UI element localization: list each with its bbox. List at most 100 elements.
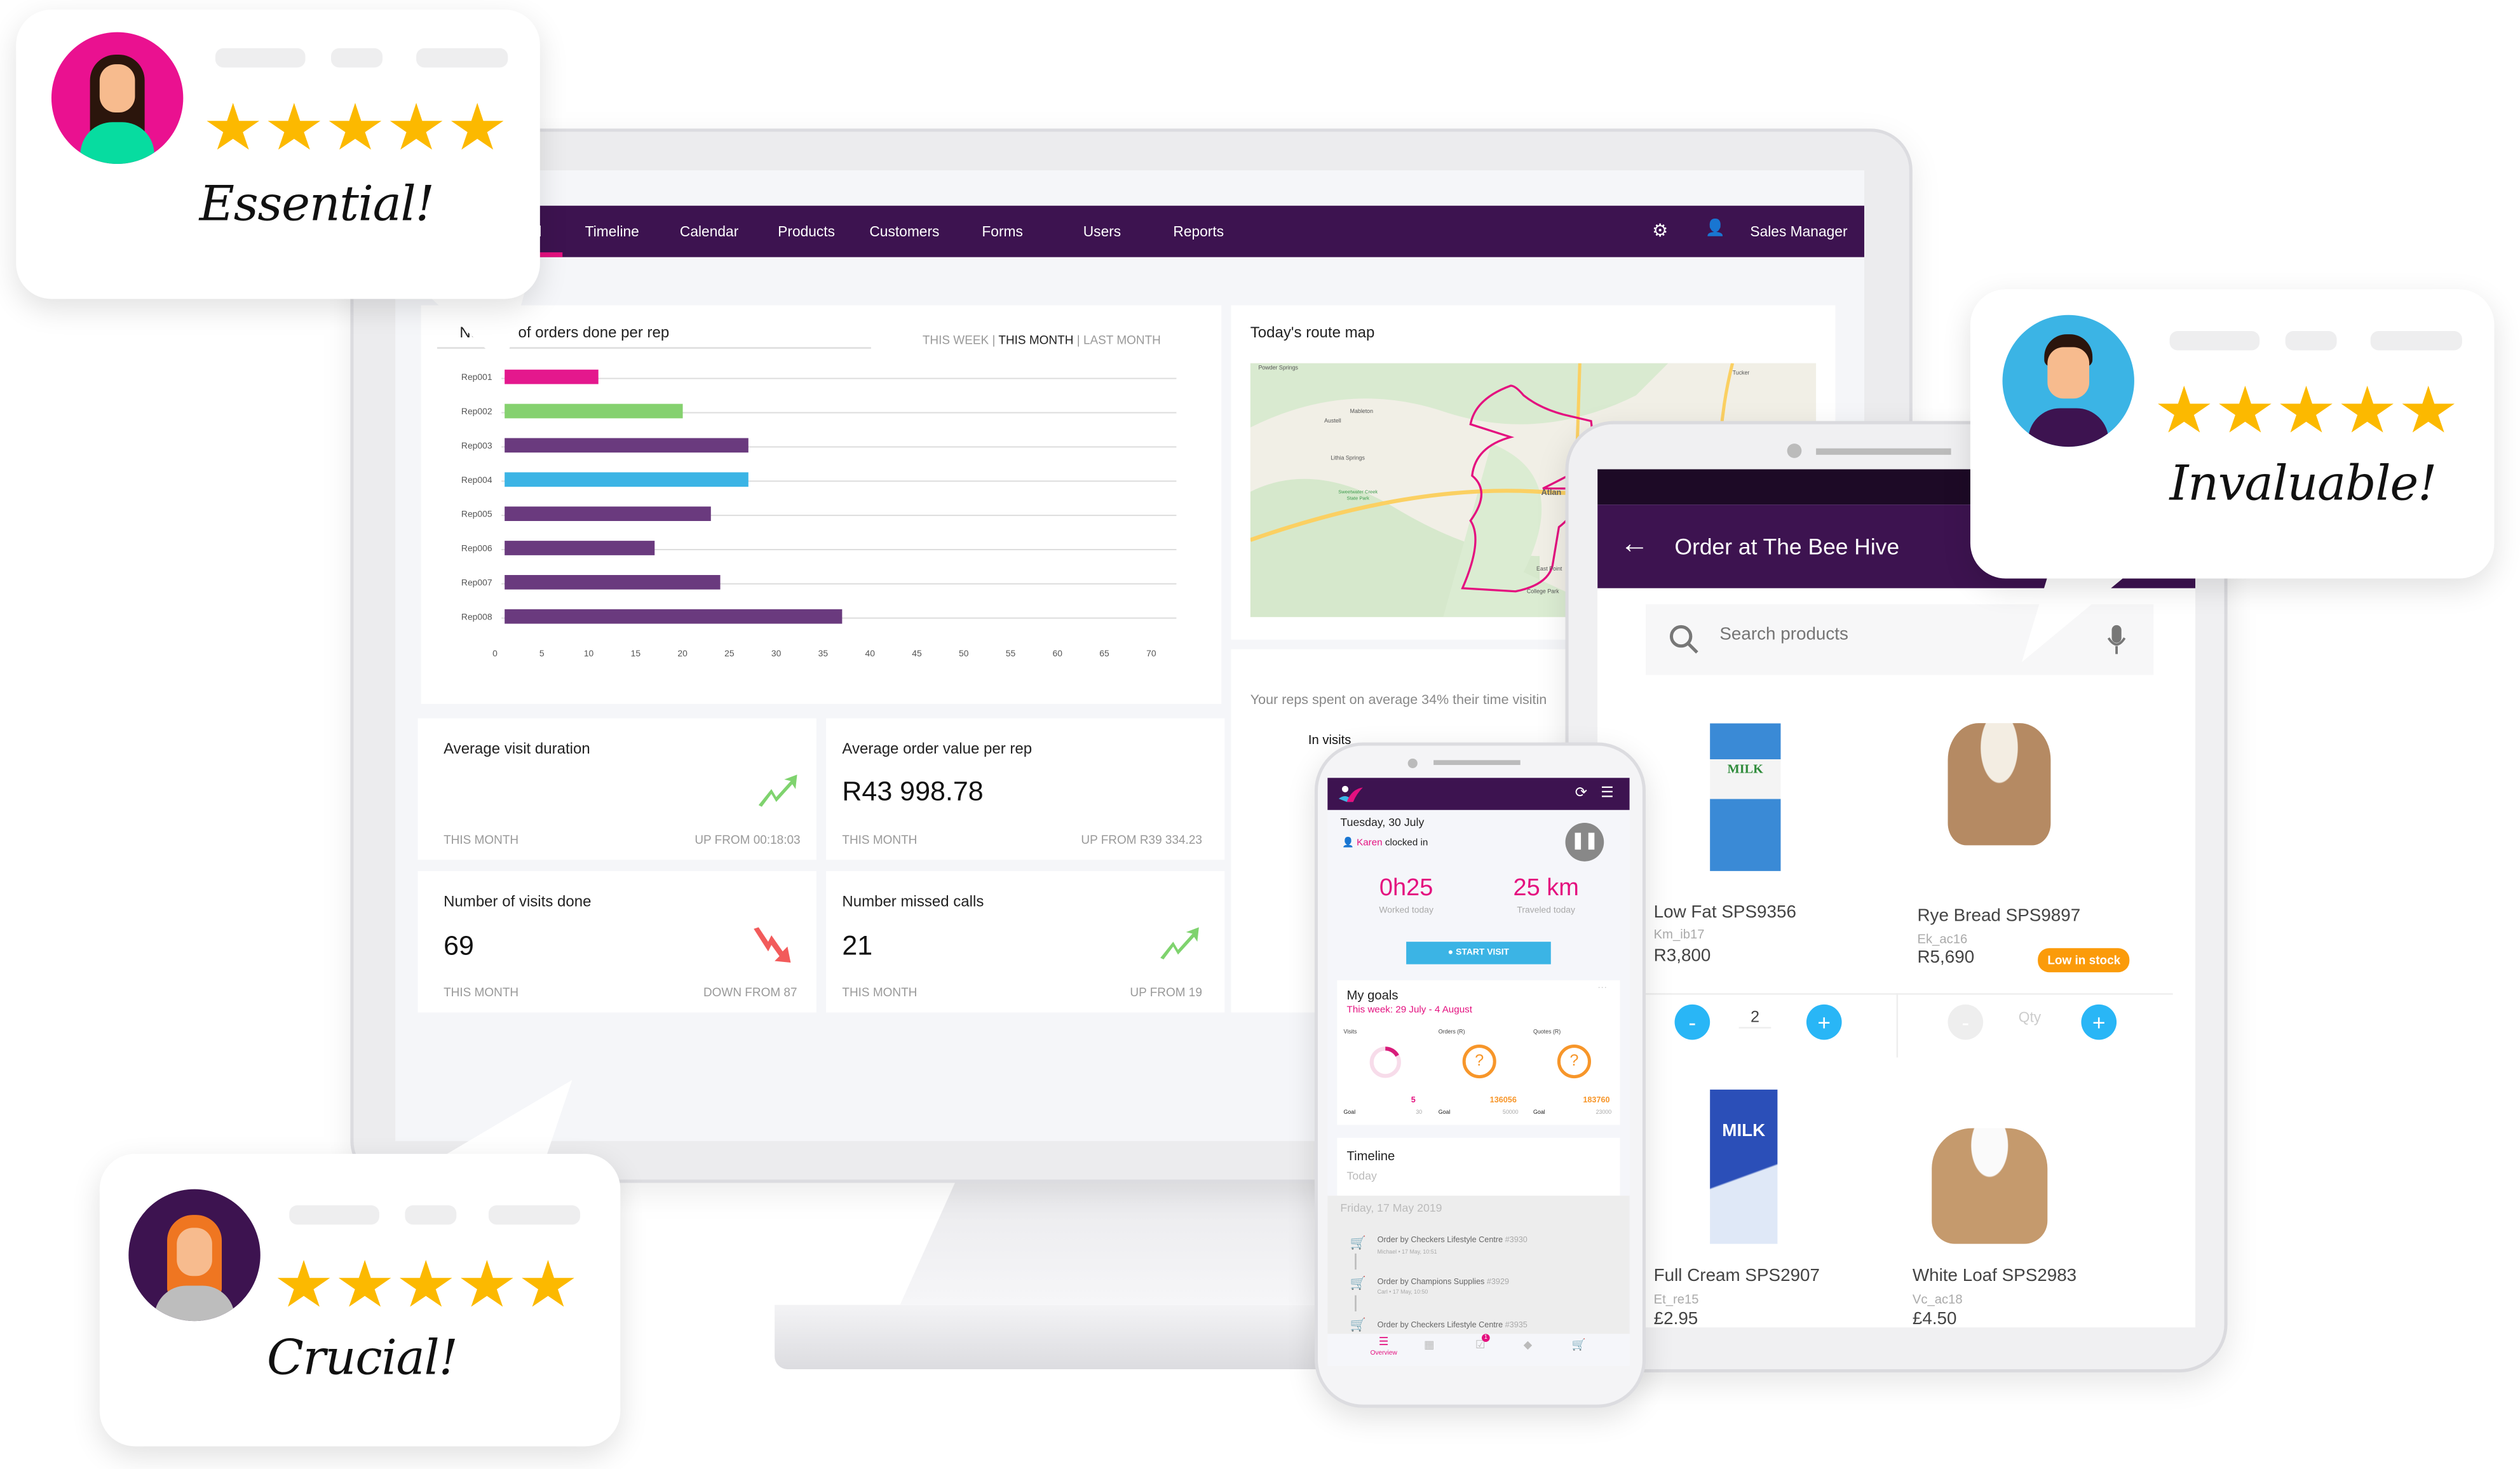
user-menu[interactable]: Sales Manager	[1750, 224, 1847, 240]
product-name[interactable]: White Loaf SPS2983	[1913, 1266, 2076, 1285]
search-input[interactable]	[1716, 623, 2076, 646]
product-code: Ek_ac16	[1917, 931, 1968, 947]
user-name: Karen	[1357, 839, 1383, 849]
star-icon	[268, 102, 321, 150]
decrement-button[interactable]: -	[1674, 1004, 1710, 1040]
period-this-month[interactable]: THIS MONTH	[998, 333, 1073, 348]
product-code: Et_re15	[1653, 1292, 1699, 1307]
tablet-screen: ← Order at The Bee Hive MILK Low Fat SPS…	[1597, 469, 2196, 1328]
placeholder-line	[331, 48, 383, 68]
tablet-speaker	[1816, 448, 1951, 455]
star-icon	[2402, 386, 2455, 433]
map-label: College Park	[1526, 588, 1559, 595]
map-label: East Point	[1536, 565, 1562, 572]
in-visits-label: In visits	[1308, 733, 1351, 748]
x-tick-label: 15	[631, 648, 641, 658]
map-label: Sweetwater Creek State Park	[1338, 488, 1378, 502]
placeholder-line	[488, 1205, 581, 1225]
nav-reports[interactable]: Reports	[1173, 224, 1224, 240]
period-selector: THIS WEEK | THIS MONTH | LAST MONTH	[922, 332, 1161, 348]
product-image-rye-sack	[1948, 723, 2051, 846]
nav-calendar[interactable]: Calendar	[680, 224, 738, 240]
decrement-button[interactable]: -	[1948, 1004, 1984, 1040]
nav-forms[interactable]: Forms	[982, 224, 1022, 240]
category-label: Rep006	[461, 543, 492, 553]
store-icon[interactable]: ▦	[1424, 1339, 1435, 1351]
product-name[interactable]: Full Cream SPS2907	[1654, 1266, 1820, 1285]
placeholder-line	[2169, 331, 2260, 351]
cart-icon: 🛒	[1350, 1276, 1366, 1291]
kpi-change: UP FROM 19	[1130, 985, 1202, 1000]
nav-users[interactable]: Users	[1083, 224, 1121, 240]
timeline-title: Timeline	[1346, 1149, 1395, 1164]
goal-value: 183760	[1583, 1095, 1610, 1106]
increment-button[interactable]: +	[2081, 1004, 2117, 1040]
goal-target: 50000	[1502, 1109, 1519, 1116]
nav-timeline[interactable]: Timeline	[585, 224, 639, 240]
star-icon	[329, 102, 382, 150]
start-visit-button[interactable]: ● START VISIT	[1406, 942, 1551, 965]
timeline-card: Timeline Today	[1337, 1137, 1620, 1202]
sync-icon[interactable]: ⟳	[1575, 784, 1587, 802]
user-voice-icon[interactable]: 👤	[1705, 220, 1725, 238]
star-icon	[2341, 386, 2394, 433]
cart-icon[interactable]: 🛒	[1572, 1339, 1586, 1351]
star-icon	[450, 102, 504, 150]
divider	[1896, 993, 1899, 1058]
x-tick-label: 20	[677, 648, 688, 658]
timeline-item[interactable]: Order by Checkers Lifestyle Centre #3935	[1378, 1321, 1528, 1330]
more-icon[interactable]: ···	[1597, 984, 1607, 993]
nav-products[interactable]: Products	[778, 224, 835, 240]
nav-overview[interactable]: ☰ Overview	[1360, 1336, 1408, 1356]
quantity-input[interactable]: Qty	[2012, 1009, 2048, 1025]
x-tick-label: 45	[912, 648, 922, 658]
clock-status: 👤 Karen clocked in	[1341, 837, 1428, 849]
person-icon: 👤	[1341, 839, 1354, 849]
timeline-date: Friday, 17 May 2019	[1340, 1203, 1442, 1215]
review-text: Essential!	[199, 177, 435, 233]
placeholder-line	[405, 1205, 457, 1225]
increment-button[interactable]: +	[1806, 1004, 1842, 1040]
star-icon	[2158, 386, 2211, 433]
x-tick-label: 70	[1146, 648, 1156, 658]
nav-customers[interactable]: Customers	[869, 224, 939, 240]
microphone-icon[interactable]	[2105, 623, 2127, 656]
category-label: Rep001	[461, 372, 492, 382]
timeline-item[interactable]: Order by Champions Supplies #3929	[1378, 1278, 1509, 1287]
star-icon	[522, 1259, 574, 1307]
gear-icon[interactable]: ⚙	[1652, 220, 1668, 241]
kpi-card: Number missed calls 21 THIS MONTH UP FRO…	[826, 870, 1225, 1013]
timeline-connector	[1355, 1253, 1357, 1270]
star-icon	[338, 1259, 391, 1307]
start-visit-label: START VISIT	[1456, 948, 1510, 958]
period-this-week[interactable]: THIS WEEK	[923, 333, 989, 348]
clock-status-text: clocked in	[1385, 839, 1428, 849]
review-bubble-essential: Essential!	[16, 10, 540, 299]
visits-progress-ring	[1369, 1046, 1401, 1078]
product-image-fullcream-milk: MILK	[1710, 1089, 1778, 1244]
filter-icon[interactable]: ☰	[1601, 784, 1613, 802]
map-label: Powder Springs	[1258, 365, 1298, 372]
search-icon	[1669, 625, 1698, 654]
category-label: Rep003	[461, 440, 492, 450]
product-name[interactable]: Rye Bread SPS9897	[1917, 907, 2080, 926]
goals-week: This week: 29 July - 4 August	[1346, 1006, 1472, 1016]
bar-rep004	[505, 472, 749, 487]
review-bubble-invaluable: Invaluable!	[1970, 289, 2495, 579]
quantity-input[interactable]: 2	[1738, 1009, 1771, 1029]
pause-button[interactable]: ❚❚	[1565, 823, 1604, 862]
kpi-period: THIS MONTH	[444, 985, 519, 1000]
timeline-item[interactable]: Order by Checkers Lifestyle Centre #3930	[1378, 1236, 1528, 1245]
product-name[interactable]: Low Fat SPS9356	[1654, 903, 1796, 922]
kpi-card: Average order value per rep R43 998.78 T…	[826, 718, 1225, 860]
kpi-title: Number of visits done	[444, 893, 592, 912]
placeholder-line	[2285, 331, 2337, 351]
map-label: Austell	[1324, 417, 1341, 424]
cards-icon[interactable]: ◆	[1524, 1339, 1533, 1351]
map-label: Lithia Springs	[1331, 454, 1365, 461]
back-arrow-icon[interactable]: ←	[1620, 527, 1650, 561]
period-last-month[interactable]: LAST MONTH	[1083, 333, 1161, 348]
kpi-title: Number missed calls	[842, 893, 984, 912]
product-code: Vc_ac18	[1912, 1292, 1963, 1307]
x-tick-label: 65	[1099, 648, 1109, 658]
